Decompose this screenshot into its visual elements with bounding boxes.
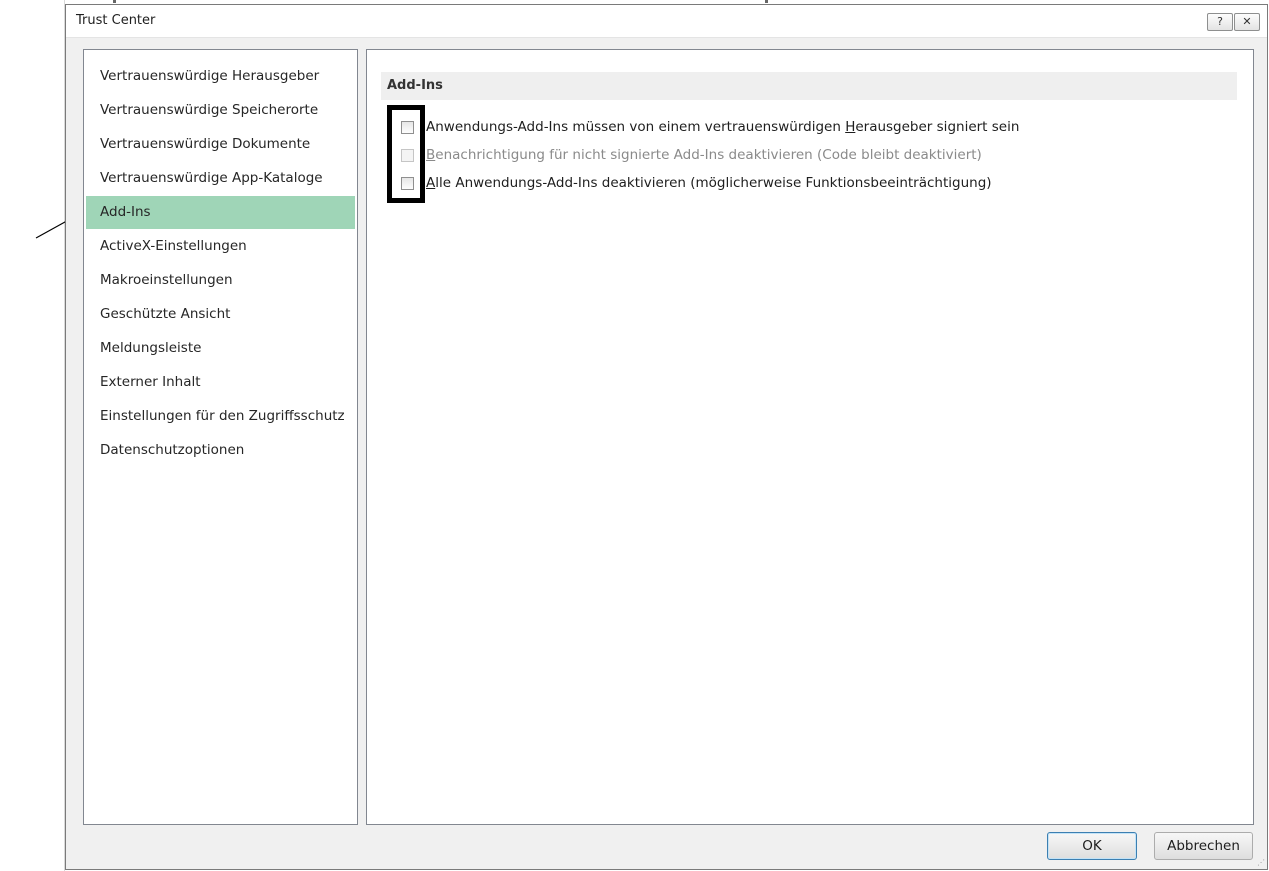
ok-button[interactable]: OK (1047, 832, 1137, 860)
close-button[interactable]: ✕ (1234, 13, 1260, 31)
title-bar: Trust Center ? ✕ (66, 5, 1267, 38)
option-label-part: enachrichtigung für nicht signierte Add-… (435, 147, 982, 163)
help-button[interactable]: ? (1207, 13, 1233, 31)
sidebar-item-privacy[interactable]: Datenschutzoptionen (86, 434, 355, 467)
background-mark (765, 0, 768, 3)
background-mark (113, 0, 116, 3)
option-label-part: erausgeber signiert sein (855, 119, 1020, 135)
trust-center-dialog: Trust Center ? ✕ Vertrauenswürdige Herau… (65, 4, 1268, 870)
sidebar-item-message-bar[interactable]: Meldungsleiste (86, 332, 355, 365)
option-label-part: Anwendungs-Add-Ins müssen von einem vert… (426, 119, 846, 135)
section-title: Add-Ins (381, 72, 1237, 100)
resize-grip-icon[interactable]: ⋰ (1257, 858, 1265, 867)
dialog-title: Trust Center (76, 13, 156, 28)
sidebar-item-activex[interactable]: ActiveX-Einstellungen (86, 230, 355, 263)
option-disable-notification: Benachrichtigung für nicht signierte Add… (426, 145, 982, 165)
option-require-signed-addins[interactable]: Anwendungs-Add-Ins müssen von einem vert… (426, 117, 1019, 137)
sidebar-item-macros[interactable]: Makroeinstellungen (86, 264, 355, 297)
option-accelerator: H (845, 119, 856, 135)
option-label-part: lle Anwendungs-Add-Ins deaktivieren (mög… (435, 175, 992, 191)
sidebar-item-add-ins[interactable]: Add-Ins (86, 196, 355, 229)
sidebar-item-protected-view[interactable]: Geschützte Ansicht (86, 298, 355, 331)
sidebar-item-external-content[interactable]: Externer Inhalt (86, 366, 355, 399)
settings-panel: Add-Ins Anwendungs-Add-Ins müssen von ei… (366, 49, 1254, 825)
sidebar-item-trusted-locations[interactable]: Vertrauenswürdige Speicherorte (86, 94, 355, 127)
option-accelerator: B (426, 147, 436, 163)
sidebar-item-trusted-documents[interactable]: Vertrauenswürdige Dokumente (86, 128, 355, 161)
category-sidebar: Vertrauenswürdige Herausgeber Vertrauens… (83, 49, 358, 825)
sidebar-item-trusted-app-catalogs[interactable]: Vertrauenswürdige App-Kataloge (86, 162, 355, 195)
cancel-button[interactable]: Abbrechen (1154, 832, 1253, 860)
option-accelerator: A (426, 175, 436, 191)
sidebar-item-trusted-publishers[interactable]: Vertrauenswürdige Herausgeber (86, 60, 355, 93)
annotation-highlight-box (387, 105, 425, 203)
option-disable-all-addins[interactable]: Alle Anwendungs-Add-Ins deaktivieren (mö… (426, 173, 992, 193)
sidebar-item-file-block[interactable]: Einstellungen für den Zugriffsschutz (86, 400, 355, 433)
